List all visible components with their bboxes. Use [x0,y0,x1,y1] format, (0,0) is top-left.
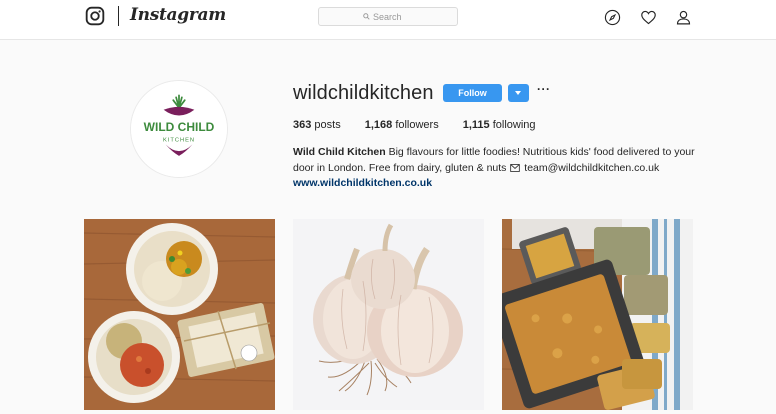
posts-stat: 363 posts [293,119,341,131]
search-icon [363,13,370,20]
followers-count: 1,168 [364,119,393,131]
following-count: 1,115 [462,119,490,131]
followers-stat[interactable]: 1,168 followers [365,119,439,131]
instagram-wordmark[interactable]: Instagram [130,5,226,25]
profile-stats: 363 posts 1,168 followers 1,115 followin… [293,119,560,131]
wild-child-kitchen-logo: WILD CHILD KITCHEN [131,81,227,177]
compass-icon[interactable] [604,9,621,26]
search-input[interactable] [373,11,413,22]
more-options-button[interactable]: ··· [537,82,551,96]
top-nav: Instagram [0,0,776,40]
profile-bio: Wild Child Kitchen Big flavours for litt… [293,145,713,192]
posts-label: posts [314,119,341,131]
bio-website-link[interactable]: www.wildchildkitchen.co.uk [293,177,432,189]
post-bread[interactable] [502,219,693,410]
follow-button[interactable]: Follow [443,84,502,102]
suggestions-dropdown-button[interactable] [508,84,529,102]
followers-label: followers [395,119,439,131]
svg-text:WILD CHILD: WILD CHILD [144,120,215,134]
heart-icon[interactable] [640,9,657,26]
profile-username: wildchildkitchen [293,82,434,104]
nav-divider [118,6,119,26]
bio-name: Wild Child Kitchen [293,146,386,158]
post-garlic[interactable] [293,219,484,410]
profile-avatar[interactable]: WILD CHILD KITCHEN [130,80,228,178]
posts-count: 363 [293,119,312,131]
following-stat[interactable]: 1,115 following [463,119,536,131]
envelope-icon [510,163,521,172]
svg-text:KITCHEN: KITCHEN [163,137,195,143]
person-icon[interactable] [675,9,692,26]
instagram-logo-icon[interactable] [85,6,105,26]
search-box[interactable] [318,7,458,26]
bio-email[interactable]: team@wildchildkitchen.co.uk [524,162,659,174]
post-bowls-curry[interactable] [84,219,275,410]
following-label: following [492,119,536,131]
